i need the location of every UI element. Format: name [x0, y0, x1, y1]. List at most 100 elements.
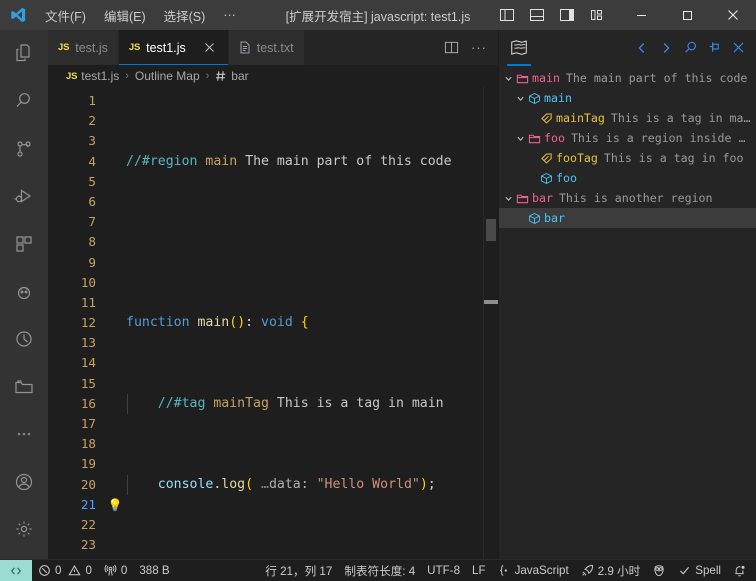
- editor-actions-more-icon[interactable]: ···: [466, 35, 492, 61]
- spell-checker-status[interactable]: Spell: [672, 560, 727, 581]
- line-number: 7: [88, 214, 96, 230]
- line-number: 2: [88, 113, 96, 129]
- breadcrumb-item-bar[interactable]: bar: [215, 69, 249, 83]
- tree-desc: The main part of this code: [565, 71, 748, 85]
- line-number: 6: [88, 193, 96, 209]
- tab-label: test.txt: [256, 40, 294, 55]
- close-panel-icon[interactable]: [726, 36, 750, 60]
- menu-file[interactable]: 文件(F): [36, 0, 95, 30]
- testing-icon[interactable]: [0, 268, 48, 316]
- code-content[interactable]: //#region main The main part of this cod…: [126, 87, 498, 559]
- timeline-icon[interactable]: [0, 315, 48, 363]
- owl-status[interactable]: [646, 560, 672, 581]
- remote-window-button[interactable]: [0, 559, 32, 581]
- tree-desc: This is a region inside re…: [570, 131, 752, 145]
- customize-layout-icon[interactable]: [582, 0, 612, 30]
- accounts-icon[interactable]: [0, 458, 48, 506]
- tree-row[interactable]: main: [499, 88, 756, 108]
- chevron-down-icon[interactable]: [515, 134, 525, 143]
- cursor-position-status[interactable]: 行 21，列 17: [259, 560, 338, 581]
- file-size-status[interactable]: 388 B: [133, 560, 175, 581]
- tree-desc: This is a tag in main: [610, 111, 752, 125]
- toggle-panel-icon[interactable]: [522, 0, 552, 30]
- maximize-button[interactable]: [664, 0, 710, 30]
- tree-row-selected[interactable]: bar: [499, 208, 756, 228]
- toggle-secondary-sidebar-icon[interactable]: [552, 0, 582, 30]
- layout-controls: [492, 0, 618, 30]
- notifications-status[interactable]: [727, 560, 756, 581]
- symbol-tag-icon: [537, 152, 555, 165]
- settings-gear-icon[interactable]: [0, 505, 48, 553]
- tab-label: test1.js: [146, 40, 186, 55]
- pin-icon[interactable]: [702, 36, 726, 60]
- breadcrumb-item-outline-map[interactable]: Outline Map: [135, 69, 200, 83]
- tree-row[interactable]: foo: [499, 168, 756, 188]
- line-number: 14: [80, 355, 96, 371]
- activity-bar: [0, 30, 48, 559]
- encoding-status[interactable]: UTF-8: [421, 560, 466, 581]
- js-file-icon: JS: [66, 70, 78, 82]
- extensions-icon[interactable]: [0, 220, 48, 268]
- navigate-back-icon[interactable]: [630, 36, 654, 60]
- check-icon: [678, 564, 691, 577]
- line-number: 17: [80, 416, 96, 431]
- tab-close-icon[interactable]: [202, 40, 218, 56]
- problems-status[interactable]: 0 0: [32, 560, 98, 581]
- quick-fix-lightbulb-icon[interactable]: 💡: [104, 495, 126, 515]
- tree-row[interactable]: fooTag This is a tag in foo: [499, 148, 756, 168]
- toggle-primary-sidebar-icon[interactable]: [492, 0, 522, 30]
- close-button[interactable]: [710, 0, 756, 30]
- minimize-button[interactable]: [618, 0, 664, 30]
- eol-status[interactable]: LF: [466, 560, 492, 581]
- tree-row[interactable]: mainTag This is a tag in main: [499, 108, 756, 128]
- titlebar-right-controls: [492, 0, 756, 30]
- language-mode-status[interactable]: JavaScript: [492, 560, 575, 581]
- more-views-icon[interactable]: [0, 410, 48, 458]
- tab-test1-js[interactable]: JS test1.js: [118, 30, 229, 65]
- editor-decorations-gutter: 💡: [104, 87, 126, 559]
- tree-desc: This is another region: [558, 191, 713, 205]
- search-icon[interactable]: [678, 36, 702, 60]
- navigate-forward-icon[interactable]: [654, 36, 678, 60]
- symbol-function-icon: [537, 172, 555, 185]
- tree-label: main: [544, 91, 572, 105]
- line-number: 5: [88, 173, 96, 189]
- breadcrumb-label: bar: [231, 69, 249, 83]
- chevron-down-icon[interactable]: [515, 94, 525, 103]
- outline-map-icon[interactable]: [507, 38, 531, 66]
- source-control-icon[interactable]: [0, 125, 48, 173]
- line-number: 12: [80, 315, 96, 331]
- explorer-icon[interactable]: [0, 30, 48, 78]
- time-tracker-label: 2.9 小时: [597, 564, 641, 578]
- menu-edit[interactable]: 编辑(E): [95, 0, 155, 30]
- region-folder-icon: [525, 132, 543, 145]
- tree-row[interactable]: foo This is a region inside re…: [499, 128, 756, 148]
- js-file-icon: JS: [128, 42, 141, 53]
- tree-label: mainTag: [556, 111, 605, 125]
- indentation-status[interactable]: 制表符长度: 4: [338, 560, 421, 581]
- chevron-down-icon[interactable]: [503, 74, 513, 83]
- editor-vertical-scrollbar[interactable]: [484, 87, 498, 559]
- code-editor[interactable]: 1 2 3 4 5 6 7 8 9 10 11 12 13 14 15 16 1: [48, 87, 498, 559]
- breadcrumb-item-file[interactable]: JS test1.js: [66, 69, 119, 83]
- ports-status[interactable]: 0: [98, 560, 133, 581]
- tab-test-txt[interactable]: test.txt: [228, 30, 305, 65]
- tab-test-js[interactable]: JS test.js: [48, 30, 119, 65]
- menu-more[interactable]: ···: [214, 0, 245, 30]
- run-and-debug-icon[interactable]: [0, 173, 48, 221]
- folder-icon[interactable]: [0, 363, 48, 411]
- js-file-icon: JS: [58, 42, 70, 53]
- code-line: console.log( …data: "Hello World");: [126, 474, 498, 495]
- line-number: 22: [80, 516, 96, 532]
- outline-tree[interactable]: main The main part of this code main mai…: [499, 65, 756, 559]
- split-editor-right-icon[interactable]: [438, 35, 464, 61]
- chevron-down-icon[interactable]: [503, 194, 513, 203]
- search-icon[interactable]: [0, 78, 48, 126]
- line-number: 20: [80, 476, 96, 492]
- time-tracker-status[interactable]: 2.9 小时: [575, 560, 647, 581]
- tree-row[interactable]: bar This is another region: [499, 188, 756, 208]
- line-number: 10: [80, 274, 96, 290]
- tree-row[interactable]: main The main part of this code: [499, 68, 756, 88]
- menu-selection[interactable]: 选择(S): [155, 0, 215, 30]
